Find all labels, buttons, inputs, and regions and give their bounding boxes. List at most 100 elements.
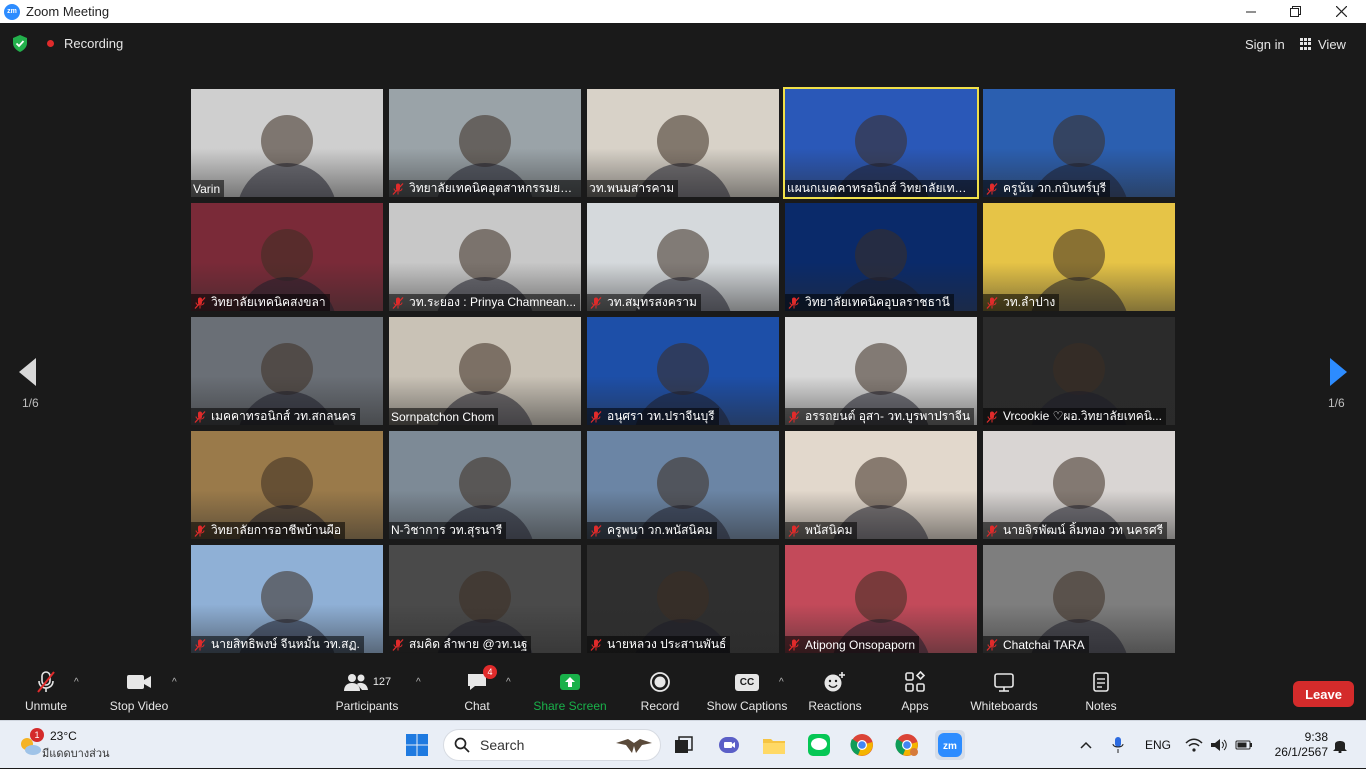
participant-silhouette [657,457,709,509]
participant-name: พนัสนิคม [805,523,853,537]
participant-video-tile[interactable]: เมคคาทรอนิกส์ วท.สกลนคร [191,317,383,425]
microphone-tray-icon [1112,737,1124,753]
leave-button[interactable]: Leave [1293,681,1354,707]
unmute-button[interactable]: Unmute [22,669,70,717]
show-hidden-icons-button[interactable] [1080,721,1092,769]
participant-video-tile[interactable]: อนุศรา วท.ปราจีนบุรี [587,317,779,425]
participant-name: Atipong Onsopaporn [805,637,916,652]
participant-silhouette [657,115,709,167]
participant-name-bar: Sornpatchon Chom [389,408,499,425]
weather-notification-badge: 1 [30,728,44,742]
whiteboards-button[interactable]: Whiteboards [968,669,1040,717]
participant-name-bar: นายจิรพัฒน์ ลิ้มทอง วท นครศรี [983,522,1168,539]
taskbar-clock[interactable]: 9:38 26/1/2567 [1275,730,1328,760]
line-app-taskbar-button[interactable] [804,730,834,760]
participant-name: ครูพนา วก.พนัสนิคม [607,523,713,537]
participant-video-tile[interactable]: วิทยาลัยเทคนิคอุตสาหกรรมยาน... [389,89,581,197]
search-highlight-eagle-icon [616,739,652,753]
reactions-button[interactable]: Reactions [808,669,862,717]
restore-icon [1289,6,1301,17]
windows-start-button[interactable] [402,730,432,760]
whiteboard-icon [994,673,1014,692]
zoom-taskbar-button[interactable]: zm [935,730,965,760]
participant-video-tile[interactable]: วท.พนมสารคาม [587,89,779,197]
wifi-tray-button[interactable] [1185,721,1203,769]
notes-button[interactable]: Notes [1084,669,1118,717]
participant-video-tile[interactable]: อรรถยนต์ อุสา- วท.บูรพาปราจีน [785,317,977,425]
speaker-icon [1211,739,1227,751]
participant-video-tile[interactable]: วท.ลำปาง [983,203,1175,311]
volume-tray-button[interactable] [1210,721,1228,769]
stop-video-button[interactable]: Stop Video [108,669,170,717]
file-explorer-taskbar-button[interactable] [759,730,789,760]
participant-video-tile[interactable]: สมคิด ลำพาย @วท.นฐ [389,545,581,653]
participant-video-tile[interactable]: Vrcookie ♡ผอ.วิทยาลัยเทคนิ... [983,317,1175,425]
sign-in-button[interactable]: Sign in [1235,34,1295,54]
participants-button[interactable]: 127 Participants [336,669,398,717]
participant-name-bar: วท.สมุทรสงคราม [587,294,701,311]
close-button[interactable] [1318,0,1364,23]
participant-silhouette [855,229,907,281]
participant-video-tile[interactable]: นายหลวง ประสานพันธ์ [587,545,779,653]
video-options-caret-icon[interactable]: ^ [172,677,177,688]
participant-silhouette [261,115,313,167]
recording-indicator[interactable]: Recording [47,36,123,51]
participants-icon [343,674,368,691]
restore-button[interactable] [1272,0,1318,23]
participant-name: วท.ลำปาง [1003,295,1056,309]
battery-tray-button[interactable] [1235,721,1253,769]
show-captions-button[interactable]: CC Show Captions [707,669,787,717]
apps-button[interactable]: Apps [900,669,930,717]
participant-video-tile[interactable]: Sornpatchon Chom [389,317,581,425]
chrome-taskbar-button[interactable] [847,730,877,760]
previous-page-arrow-icon[interactable] [19,358,36,386]
participants-options-caret-icon[interactable]: ^ [416,677,421,688]
participant-name: นายจิรพัฒน์ ลิ้มทอง วท นครศรี [1003,523,1164,537]
participant-silhouette [855,343,907,395]
next-page-arrow-icon[interactable] [1330,358,1347,386]
minimize-button[interactable] [1228,0,1274,23]
security-shield-icon[interactable] [12,35,28,52]
audio-options-caret-icon[interactable]: ^ [74,677,79,688]
participant-video-tile[interactable]: นายจิรพัฒน์ ลิ้มทอง วท นครศรี [983,431,1175,539]
participant-name: เมคคาทรอนิกส์ วท.สกลนคร [211,409,357,423]
participant-name: แผนกเมคคาทรอนิกส์ วิทยาลัยเทคนิ... [787,181,973,195]
muted-microphone-icon [986,638,998,651]
participant-body-shape [237,163,337,197]
chat-button[interactable]: 4 Chat [462,665,497,717]
participant-video-tile[interactable]: ครูน้น วก.กบินทร์บุรี [983,89,1175,197]
input-language-indicator[interactable]: ENG [1145,721,1171,769]
participant-video-tile[interactable]: วิทยาลัยเทคนิคสงขลา [191,203,383,311]
participant-name: นายสิทธิพงษ์ จีนหมั้น วท.สฏ. [211,637,360,651]
participant-video-tile[interactable]: แผนกเมคคาทรอนิกส์ วิทยาลัยเทคนิ... [783,87,979,199]
participant-name: วท.ระยอง : Prinya Chamnean... [409,295,577,309]
muted-microphone-icon [986,182,998,195]
taskbar-search-box[interactable]: Search [443,729,661,761]
muted-microphone-icon [590,296,602,309]
captions-options-caret-icon[interactable]: ^ [779,677,784,688]
share-screen-label: Share Screen [533,699,607,713]
participant-video-tile[interactable]: ครูพนา วก.พนัสนิคม [587,431,779,539]
meeting-top-bar: Recording Sign in View [0,23,1366,63]
participant-video-tile[interactable]: วท.สมุทรสงคราม [587,203,779,311]
participant-video-tile[interactable]: N-วิชาการ วท.สุรนารี [389,431,581,539]
participant-video-tile[interactable]: Varin [191,89,383,197]
chrome-profile-taskbar-button[interactable] [892,730,922,760]
view-button[interactable]: View [1300,34,1346,54]
participant-video-tile[interactable]: พนัสนิคม [785,431,977,539]
notifications-button[interactable] [1332,721,1348,769]
meet-chat-taskbar-button[interactable] [714,730,744,760]
participant-video-tile[interactable]: Atipong Onsopaporn [785,545,977,653]
participant-video-tile[interactable]: วิทยาลัยการอาชีพบ้านผือ [191,431,383,539]
share-screen-button[interactable]: Share Screen [533,669,607,717]
chat-options-caret-icon[interactable]: ^ [506,677,511,688]
participant-video-tile[interactable]: นายสิทธิพงษ์ จีนหมั้น วท.สฏ. [191,545,383,653]
participant-video-tile[interactable]: วิทยาลัยเทคนิคอุบลราชธานี [785,203,977,311]
view-label: View [1318,36,1346,52]
task-view-button[interactable] [669,730,699,760]
participant-video-tile[interactable]: วท.ระยอง : Prinya Chamnean... [389,203,581,311]
microphone-tray-button[interactable] [1112,721,1124,769]
participant-video-tile[interactable]: Chatchai TARA [983,545,1175,653]
record-button[interactable]: Record [640,669,680,717]
muted-microphone-icon [788,296,800,309]
